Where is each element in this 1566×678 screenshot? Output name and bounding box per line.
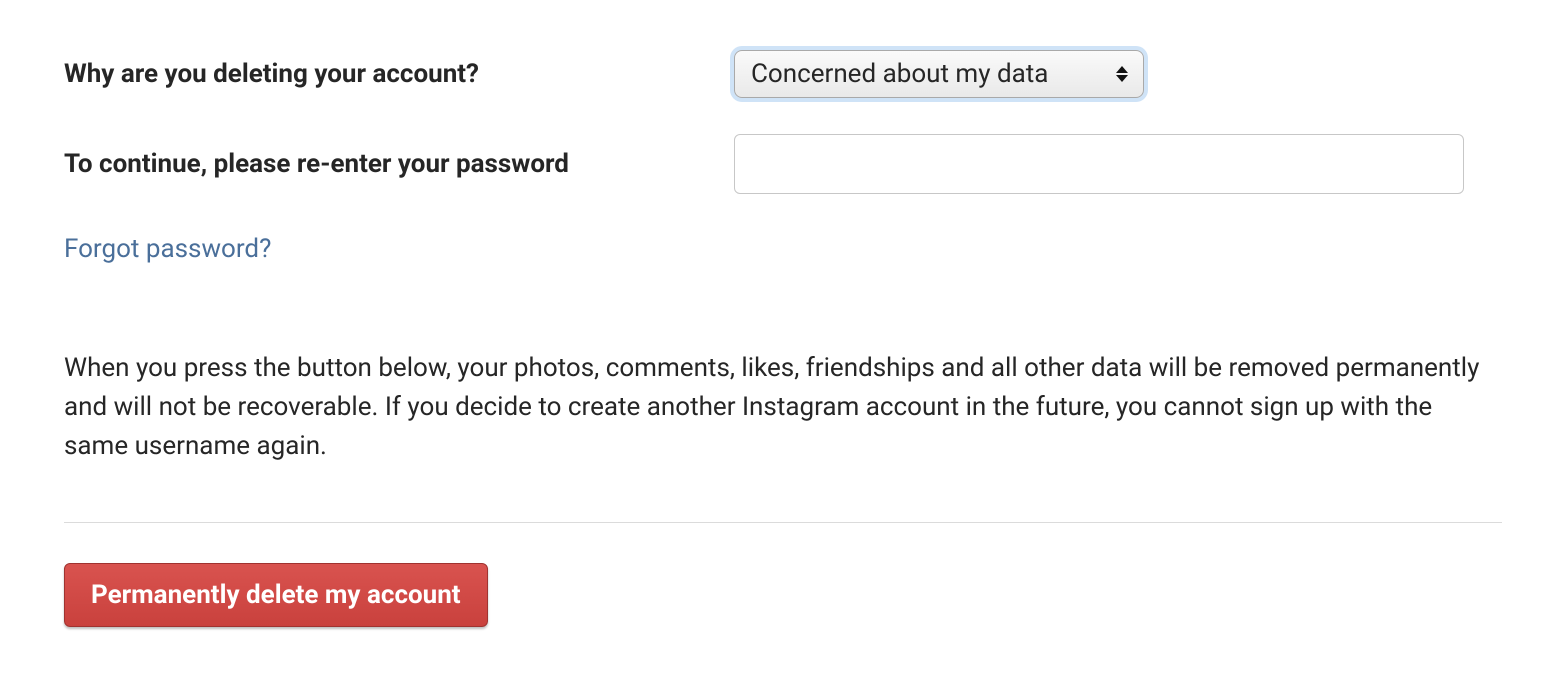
reason-label: Why are you deleting your account? [64,55,734,94]
forgot-password-link[interactable]: Forgot password? [64,230,271,269]
password-row: To continue, please re-enter your passwo… [64,134,1502,194]
reason-select-wrap: Concerned about my data [734,50,1144,98]
reason-select[interactable]: Concerned about my data [734,50,1144,98]
password-label: To continue, please re-enter your passwo… [64,145,734,184]
divider [64,522,1502,523]
reason-row: Why are you deleting your account? Conce… [64,50,1502,98]
warning-text: When you press the button below, your ph… [64,349,1502,466]
permanently-delete-button[interactable]: Permanently delete my account [64,563,488,627]
password-input[interactable] [734,134,1464,194]
